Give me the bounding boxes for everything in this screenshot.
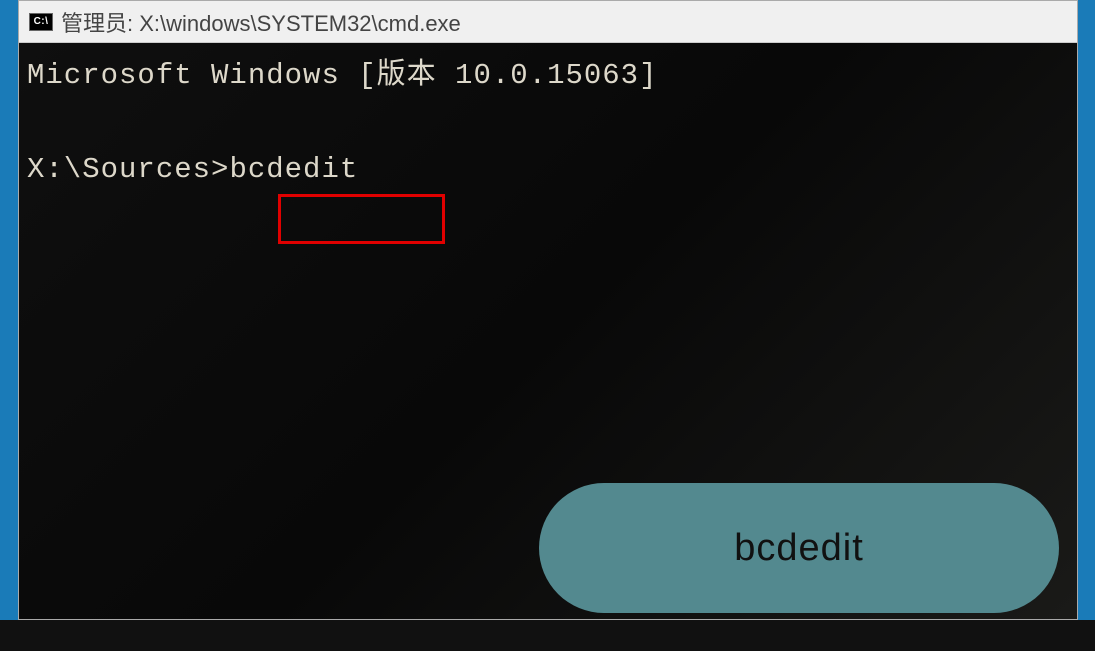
window-title: 管理员: X:\windows\SYSTEM32\cmd.exe [61,6,461,38]
command-input[interactable]: bcdedit [229,153,358,186]
annotation-badge: bcdedit [539,483,1059,613]
annotation-label: bcdedit [734,518,864,579]
bottom-strip [0,620,1095,651]
highlight-box [278,194,445,244]
cmd-window: C:\ 管理员: X:\windows\SYSTEM32\cmd.exe Mic… [18,0,1078,620]
title-bar[interactable]: C:\ 管理员: X:\windows\SYSTEM32\cmd.exe [19,1,1077,43]
version-line: Microsoft Windows [版本 10.0.15063] [27,53,1069,99]
prompt-path: X:\Sources> [27,153,229,186]
prompt-line: X:\Sources>bcdedit [27,147,1069,193]
terminal-body[interactable]: Microsoft Windows [版本 10.0.15063] X:\Sou… [19,43,1077,619]
cmd-icon: C:\ [29,13,53,31]
